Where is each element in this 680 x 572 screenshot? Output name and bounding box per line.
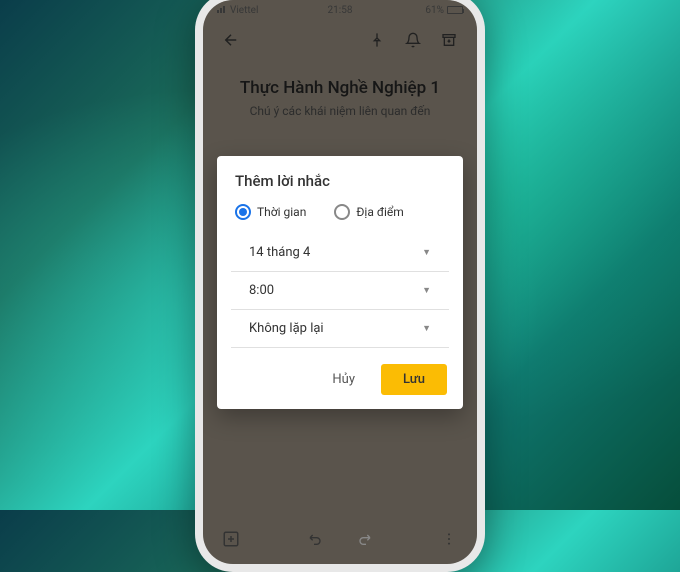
chevron-down-icon: ▼ <box>422 323 431 334</box>
reminder-dialog: Thêm lời nhắc Thời gian Địa điểm 14 thán… <box>217 156 463 409</box>
radio-place-option[interactable]: Địa điểm <box>334 204 403 220</box>
more-vert-icon[interactable] <box>435 525 463 553</box>
add-box-icon[interactable] <box>217 525 245 553</box>
redo-icon[interactable] <box>350 525 378 553</box>
radio-time-label: Thời gian <box>257 205 306 219</box>
save-button[interactable]: Lưu <box>381 364 447 395</box>
modal-overlay: Thêm lời nhắc Thời gian Địa điểm 14 thán… <box>203 0 477 564</box>
radio-selected-icon <box>235 204 251 220</box>
cancel-button[interactable]: Hủy <box>316 364 371 395</box>
time-value: 8:00 <box>249 283 274 298</box>
date-select[interactable]: 14 tháng 4 ▼ <box>231 234 449 272</box>
phone-frame: Viettel 21:58 61% Thực Hành Nghề Ngh <box>195 0 485 572</box>
bottom-toolbar <box>203 520 477 558</box>
time-select[interactable]: 8:00 ▼ <box>231 272 449 310</box>
chevron-down-icon: ▼ <box>422 247 431 258</box>
undo-icon[interactable] <box>302 525 330 553</box>
chevron-down-icon: ▼ <box>422 285 431 296</box>
dialog-title: Thêm lời nhắc <box>217 172 463 204</box>
repeat-select[interactable]: Không lặp lại ▼ <box>231 310 449 348</box>
radio-time-option[interactable]: Thời gian <box>235 204 306 220</box>
screen: Viettel 21:58 61% Thực Hành Nghề Ngh <box>203 0 477 564</box>
repeat-value: Không lặp lại <box>249 321 324 336</box>
date-value: 14 tháng 4 <box>249 245 310 260</box>
radio-place-label: Địa điểm <box>356 205 403 219</box>
radio-unselected-icon <box>334 204 350 220</box>
